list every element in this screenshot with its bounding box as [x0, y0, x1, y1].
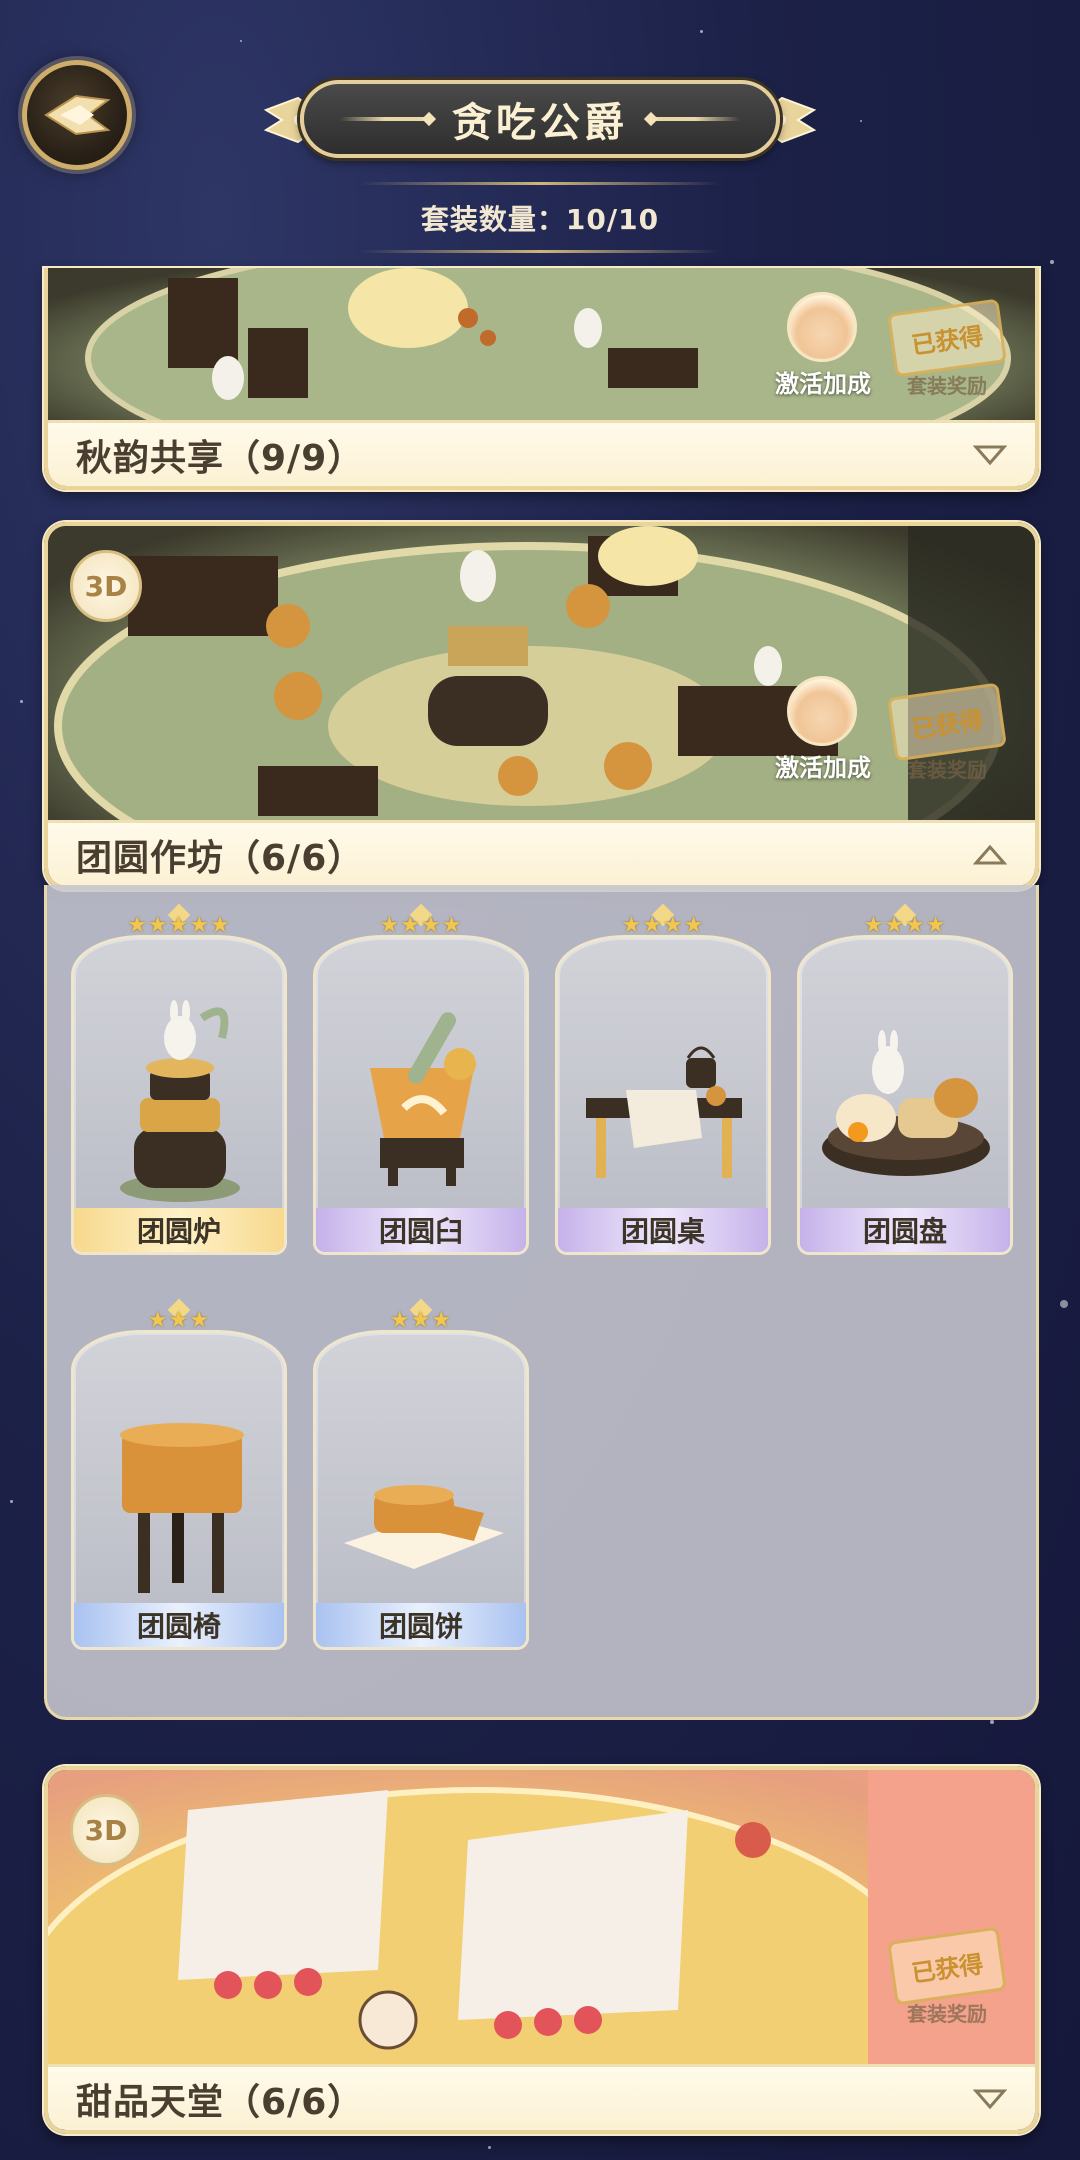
item-stool-image: [120, 1423, 244, 1593]
item-frame: 团圆桌: [555, 935, 771, 1255]
item-rarity-stars: ★★★★: [621, 913, 705, 938]
item-mooncake-image: [344, 1485, 504, 1569]
suit-card-dessert[interactable]: 3D 已获得 套装奖励 甜品天堂（6/6）: [44, 1766, 1039, 2134]
item-frame: 团圆椅: [71, 1330, 287, 1650]
item-name: 团圆炉: [74, 1208, 284, 1252]
item-rarity-stars: ★★★: [147, 1308, 211, 1333]
item-rarity-stars: ★★★★: [863, 913, 947, 938]
suit-count: 套装数量：10/10: [420, 203, 660, 236]
back-arrow-icon: [44, 94, 111, 136]
item-name: 团圆桌: [558, 1208, 768, 1252]
item-card[interactable]: 团圆桌 ★★★★: [555, 903, 771, 1255]
obtained-stamp: 已获得: [887, 682, 1007, 762]
item-name: 团圆臼: [316, 1208, 526, 1252]
obtained-stamp: 已获得: [887, 298, 1007, 378]
title-plate: 贪吃公爵: [300, 80, 780, 158]
3d-badge[interactable]: 3D: [70, 550, 142, 622]
item-name: 团圆饼: [316, 1603, 526, 1647]
obtained-stamp: 已获得: [887, 1926, 1007, 2006]
item-card[interactable]: 团圆臼 ★★★★: [313, 903, 529, 1255]
suit-card-autumn[interactable]: 激活加成 已获得 套装奖励 秋韵共享（9/9）: [44, 268, 1039, 490]
suit-footer[interactable]: 甜品天堂（6/6）: [48, 2064, 1035, 2130]
suit-name: 秋韵共享（9/9）: [76, 437, 365, 479]
item-rarity-stars: ★★★★★: [127, 913, 231, 938]
suit-card-reunion[interactable]: 3D 激活加成 已获得 套装奖励 团圆作坊（6/6）: [44, 522, 1039, 890]
reward-label: 套装奖励: [907, 758, 987, 782]
suit-bonus: 激活加成 已获得 套装奖励: [763, 292, 1007, 412]
item-card[interactable]: 团圆盘 ★★★★: [797, 903, 1013, 1255]
item-furnace-image: [120, 1000, 240, 1202]
bonus-avatar-icon: [787, 676, 857, 746]
item-rarity-stars: ★★★★: [379, 913, 463, 938]
bonus-avatar-icon: [787, 292, 857, 362]
item-mortar-image: [370, 1012, 476, 1186]
item-frame: 团圆炉: [71, 935, 287, 1255]
count-divider-bottom: [360, 250, 720, 253]
back-button[interactable]: [22, 60, 132, 170]
title-left-line: [340, 117, 430, 121]
suit-bonus: 已获得 套装奖励: [763, 1920, 1007, 2040]
page-title: 贪吃公爵: [452, 100, 628, 146]
chevron-down-icon[interactable]: [973, 444, 1007, 466]
suit-footer[interactable]: 团圆作坊（6/6）: [48, 820, 1035, 886]
suit-name: 甜品天堂（6/6）: [76, 2081, 365, 2123]
bonus-label: 激活加成: [775, 754, 871, 782]
item-frame: 团圆臼: [313, 935, 529, 1255]
suit-footer[interactable]: 秋韵共享（9/9）: [48, 420, 1035, 486]
chevron-down-icon[interactable]: [973, 2088, 1007, 2110]
suit-items-panel: 团圆炉 ★★★★★ 团圆臼 ★★★★ 团圆桌 ★★★★ 团圆盘 ★★★★ 团圆椅…: [44, 885, 1039, 1720]
item-card[interactable]: 团圆椅 ★★★: [71, 1298, 287, 1650]
item-card[interactable]: 团圆炉 ★★★★★: [71, 903, 287, 1255]
reward-label: 套装奖励: [907, 2002, 987, 2026]
item-card[interactable]: 团圆饼 ★★★: [313, 1298, 529, 1650]
chevron-up-icon[interactable]: [973, 844, 1007, 866]
item-table-image: [586, 1046, 742, 1178]
item-name: 团圆椅: [74, 1603, 284, 1647]
item-name: 团圆盘: [800, 1208, 1010, 1252]
item-frame: 团圆盘: [797, 935, 1013, 1255]
item-frame: 团圆饼: [313, 1330, 529, 1650]
suit-name: 团圆作坊（6/6）: [76, 837, 365, 879]
reward-label: 套装奖励: [907, 374, 987, 398]
suit-bonus: 激活加成 已获得 套装奖励: [763, 676, 1007, 796]
3d-badge[interactable]: 3D: [70, 1794, 142, 1866]
count-divider-top: [360, 182, 720, 185]
title-right-line: [650, 117, 740, 121]
item-plate-image: [822, 1030, 990, 1176]
bonus-label: 激活加成: [775, 370, 871, 398]
item-rarity-stars: ★★★: [389, 1308, 453, 1333]
